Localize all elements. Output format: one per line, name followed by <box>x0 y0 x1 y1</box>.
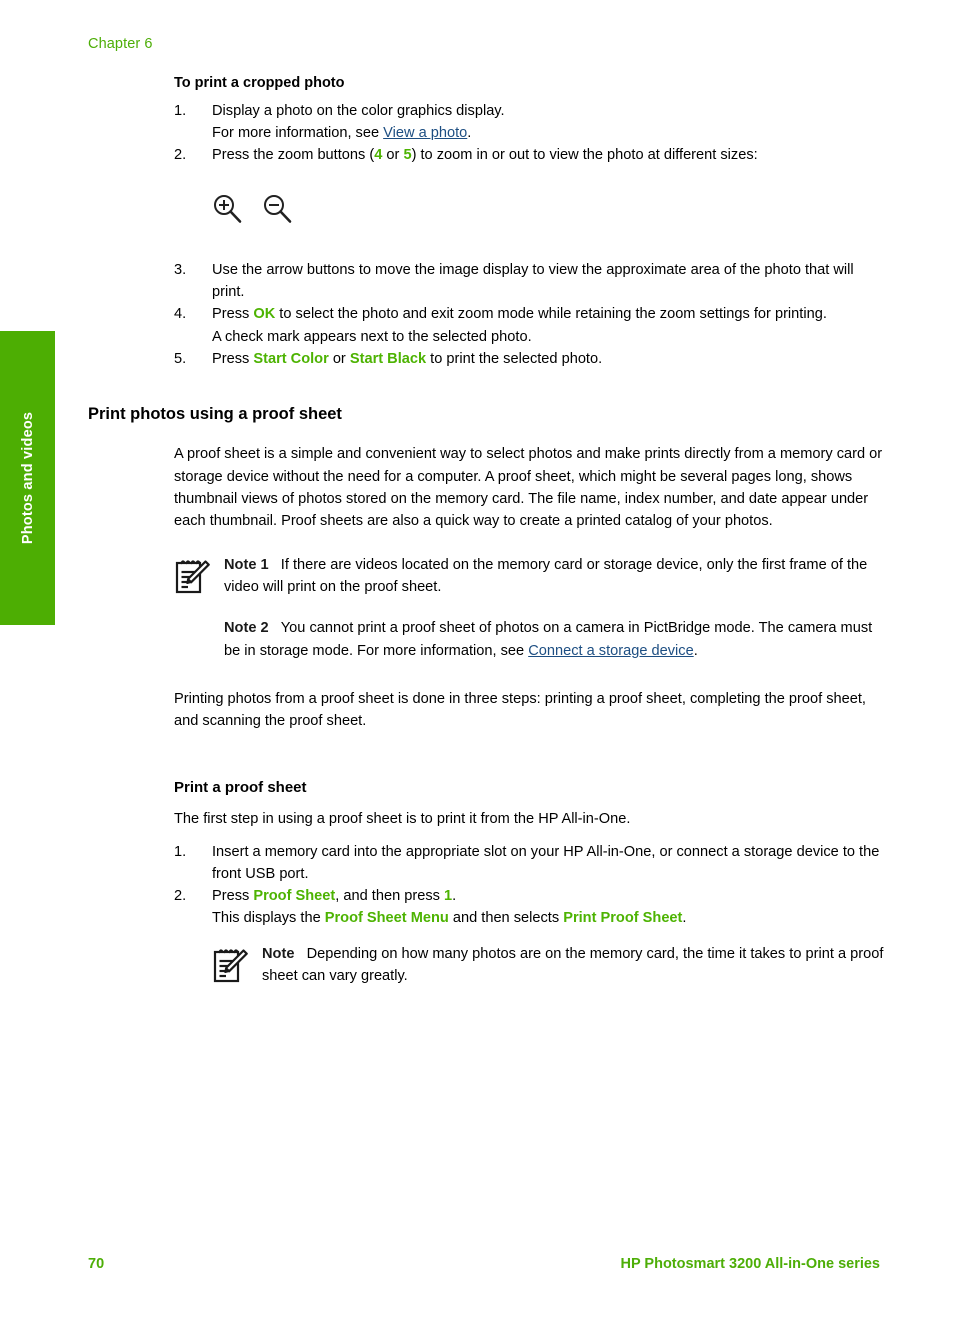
proof-sheet-section-heading: Print photos using a proof sheet <box>88 404 342 423</box>
step-subtext-post: . <box>467 124 472 141</box>
step-text-mid: or <box>382 146 404 163</box>
button-key-proof-sheet: Proof Sheet <box>253 887 336 904</box>
step-number: 1. <box>174 102 187 119</box>
step-text-pre: Press the zoom buttons ( <box>212 146 375 163</box>
button-key-1: 1 <box>443 887 453 904</box>
step-text: Press the zoom buttons (4 or 5) to zoom … <box>212 147 758 163</box>
note-block-1: Note 1 If there are videos located on th… <box>174 554 888 662</box>
button-key-zoom-out: 5 <box>403 146 412 163</box>
step-subtext-pre: For more information, see <box>212 124 384 141</box>
button-key-start-color: Start Color <box>253 350 329 367</box>
cropped-photo-block: To print a cropped photo 1. Display a ph… <box>174 74 888 370</box>
step-number: 2. <box>174 887 187 904</box>
cropped-photo-heading: To print a cropped photo <box>174 75 345 91</box>
note-spacer <box>269 620 281 636</box>
note-1-text: Note 1 If there are videos located on th… <box>224 554 888 598</box>
step-number: 2. <box>174 146 187 163</box>
document-page: Chapter 6 Photos and videos To print a c… <box>0 0 954 1321</box>
note-3-text: Note Depending on how many photos are on… <box>262 943 888 987</box>
cropped-photo-steps-continued: 3. Use the arrow buttons to move the ima… <box>174 259 888 370</box>
menu-item-print-proof-sheet: Print Proof Sheet <box>563 910 683 927</box>
page-content: To print a cropped photo 1. Display a ph… <box>88 74 888 988</box>
step-text-post: . <box>452 887 457 904</box>
list-item: 2. Press the zoom buttons (4 or 5) to zo… <box>174 144 888 166</box>
step-text-post: to print the selected photo. <box>426 350 603 367</box>
note-spacer <box>294 946 306 962</box>
section-side-tab: Photos and videos <box>0 331 55 625</box>
cropped-photo-steps: 1. Display a photo on the color graphics… <box>174 100 888 167</box>
note-label: Note <box>262 946 295 963</box>
step-subtext-pre: This displays the <box>212 910 325 927</box>
proof-sheet-intro-text: A proof sheet is a simple and convenient… <box>174 446 883 529</box>
note-2-text: Note 2 You cannot print a proof sheet of… <box>224 617 888 661</box>
step-text: Press Proof Sheet, and then press 1. <box>212 888 456 904</box>
button-key-ok: OK <box>253 306 276 323</box>
step-text-pre: Press <box>212 350 254 367</box>
note-3-body: Depending on how many photos are on the … <box>262 946 884 985</box>
section-side-tab-label: Photos and videos <box>19 411 36 545</box>
zoom-buttons-illustration <box>210 192 888 231</box>
step-subtext: For more information, see View a photo. <box>212 122 888 144</box>
step-text: Use the arrow buttons to move the image … <box>212 262 854 301</box>
footer-product-name: HP Photosmart 3200 All-in-One series <box>620 1256 880 1272</box>
step-text-pre: Press <box>212 306 254 323</box>
note-label: Note 1 <box>224 557 269 574</box>
proof-sheet-intro-block: A proof sheet is a simple and convenient… <box>174 443 888 732</box>
menu-name-proof-sheet-menu: Proof Sheet Menu <box>324 910 449 927</box>
print-proof-sheet-steps: 1. Insert a memory card into the appropr… <box>174 841 888 930</box>
note-1-body: If there are videos located on the memor… <box>224 557 868 596</box>
step-subtext: This displays the Proof Sheet Menu and t… <box>212 907 888 929</box>
note-label: Note 2 <box>224 620 269 637</box>
button-key-start-black: Start Black <box>349 350 427 367</box>
page-footer: 70 HP Photosmart 3200 All-in-One series <box>0 1256 954 1280</box>
note-block-2: Note Depending on how many photos are on… <box>212 943 888 987</box>
note-body: Note Depending on how many photos are on… <box>262 943 888 987</box>
step-text: Press OK to select the photo and exit zo… <box>212 306 827 322</box>
step-number: 4. <box>174 306 187 323</box>
list-item: 4. Press OK to select the photo and exit… <box>174 303 888 347</box>
step-number: 5. <box>174 350 187 367</box>
note-pad-pencil-icon <box>212 945 248 985</box>
footer-page-number: 70 <box>88 1256 105 1272</box>
print-proof-sheet-block: Print a proof sheet The first step in us… <box>174 778 888 987</box>
chapter-label: Chapter 6 <box>88 36 153 52</box>
step-text-post: to select the photo and exit zoom mode w… <box>275 306 827 323</box>
list-item: 5. Press Start Color or Start Black to p… <box>174 348 888 370</box>
print-proof-sheet-intro: The first step in using a proof sheet is… <box>174 811 631 828</box>
step-text: Insert a memory card into the appropriat… <box>212 843 880 882</box>
step-text-pre: Press <box>212 887 254 904</box>
note-pad-pencil-icon <box>174 556 210 596</box>
step-text-mid: or <box>328 350 350 367</box>
step-text: Press Start Color or Start Black to prin… <box>212 351 602 367</box>
note-body: Note 1 If there are videos located on th… <box>224 554 888 662</box>
step-text-post: ) to zoom in or out to view the photo at… <box>411 146 758 163</box>
zoom-out-magnifier-icon <box>260 192 294 231</box>
step-number: 1. <box>174 843 187 860</box>
link-view-a-photo[interactable]: View a photo <box>383 125 467 141</box>
note-2-body-post: . <box>693 642 698 659</box>
link-connect-a-storage-device[interactable]: Connect a storage device <box>528 643 694 659</box>
step-text: Display a photo on the color graphics di… <box>212 102 505 119</box>
list-item: 1. Display a photo on the color graphics… <box>174 100 888 144</box>
step-number: 3. <box>174 262 187 279</box>
list-item: 1. Insert a memory card into the appropr… <box>174 841 888 885</box>
step-subtext: A check mark appears next to the selecte… <box>212 328 532 345</box>
note-spacer <box>269 557 281 573</box>
print-proof-sheet-heading: Print a proof sheet <box>174 779 307 797</box>
step-subtext-post: . <box>682 910 687 927</box>
step-text-mid: , and then press <box>335 887 444 904</box>
proof-sheet-after-notes-text: Printing photos from a proof sheet is do… <box>174 690 866 729</box>
zoom-in-magnifier-icon <box>210 192 244 231</box>
step-subtext-mid: and then selects <box>448 910 564 927</box>
list-item: 3. Use the arrow buttons to move the ima… <box>174 259 888 303</box>
list-item: 2. Press Proof Sheet, and then press 1. … <box>174 885 888 929</box>
